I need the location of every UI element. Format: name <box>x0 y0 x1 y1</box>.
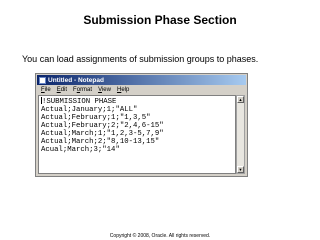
menu-file[interactable]: File <box>41 87 51 93</box>
editor-line: Actual;March;2;"8,10-13,15" <box>41 138 160 146</box>
scroll-up-arrow-icon[interactable]: ▲ <box>237 96 244 103</box>
editor-line: Actual;February;2;"2,4,6-15" <box>41 122 164 130</box>
menu-edit[interactable]: Edit <box>57 87 67 93</box>
text-editor[interactable]: !SUBMISSION PHASE Actual;January;1;"ALL"… <box>38 95 236 174</box>
slide-title: Submission Phase Section <box>83 13 237 27</box>
menu-bar: File Edit Format View Help <box>37 86 246 94</box>
menu-format[interactable]: Format <box>73 87 92 93</box>
menu-help[interactable]: Help <box>117 87 129 93</box>
editor-line: Actual;January;1;"ALL" <box>41 106 138 114</box>
notepad-titlebar[interactable]: Untitled - Notepad <box>37 75 246 85</box>
scroll-down-arrow-icon[interactable]: ▼ <box>237 166 244 173</box>
notepad-icon <box>39 76 46 84</box>
vertical-scrollbar[interactable]: ▲ ▼ <box>236 95 245 174</box>
window-title: Untitled - Notepad <box>48 76 104 84</box>
menu-view[interactable]: View <box>98 87 111 93</box>
editor-line: Acual;March;3;"14" <box>41 146 120 154</box>
editor-line: !SUBMISSION PHASE <box>42 98 117 106</box>
editor-line: Actual;March;1;"1,2,3-5,7,9" <box>41 130 164 138</box>
notepad-window[interactable]: Untitled - Notepad File Edit Format View… <box>35 73 248 177</box>
editor-line: Actual;February;1;"1,3,5" <box>41 114 151 122</box>
slide-description: You can load assignments of submission g… <box>22 54 259 64</box>
copyright-footer: Copyright © 2008, Oracle. All rights res… <box>109 233 211 239</box>
